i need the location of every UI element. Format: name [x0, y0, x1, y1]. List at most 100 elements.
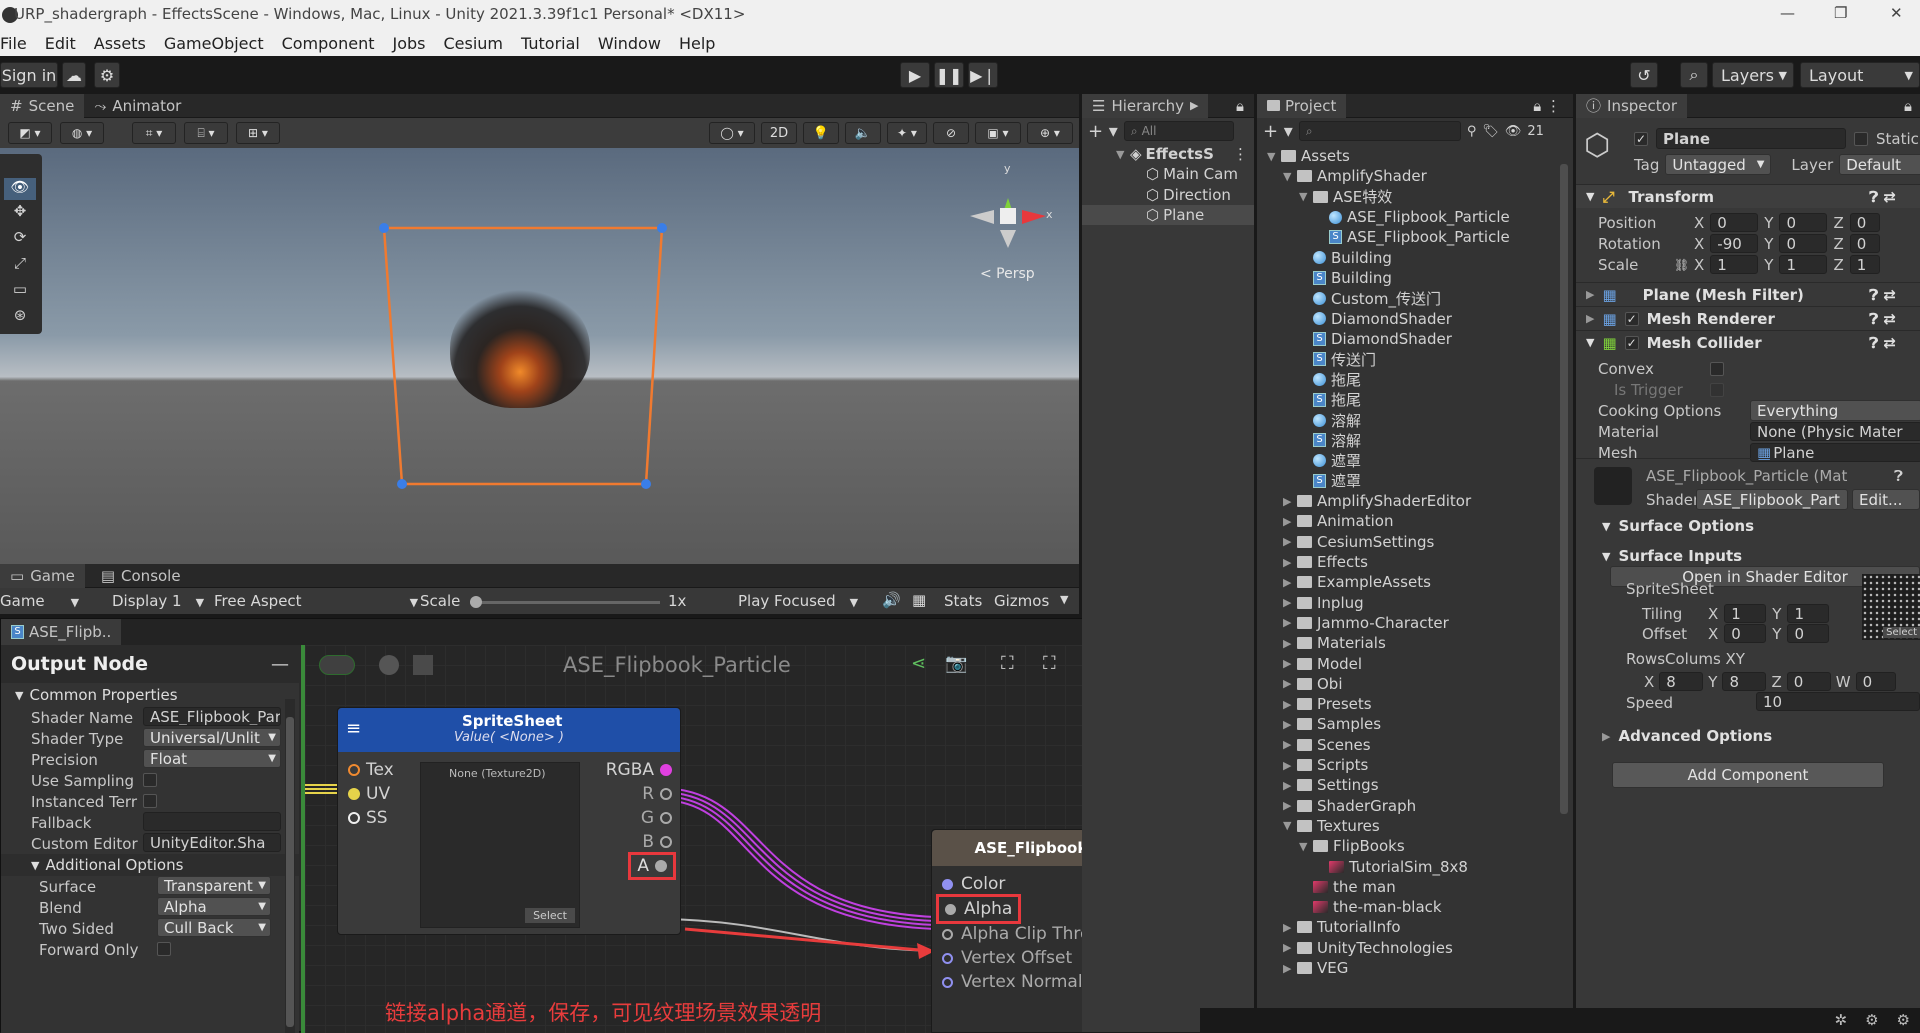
mesh-renderer-header[interactable]: ▶ ▦ ✓ Mesh Renderer ❓︎ ⇄: [1576, 306, 1920, 330]
shader-edit-button[interactable]: Edit...: [1852, 489, 1920, 510]
project-item[interactable]: 遮罩: [1257, 450, 1573, 470]
hierarchy-scene-row[interactable]: ▼ ◈ EffectsS ⋮: [1116, 144, 1254, 164]
tex-port-icon[interactable]: [348, 764, 360, 776]
expand-arrow-icon[interactable]: ▶: [1283, 637, 1297, 650]
texture-select-button[interactable]: Select: [525, 908, 575, 923]
output-r[interactable]: R: [642, 784, 672, 804]
expand-arrow-icon[interactable]: ▶: [1283, 576, 1297, 589]
b-port-icon[interactable]: [660, 836, 672, 848]
mute-audio-icon[interactable]: 🔊: [882, 591, 901, 609]
property-value-control[interactable]: [143, 794, 157, 808]
gameobject-name-field[interactable]: Plane: [1656, 128, 1846, 149]
project-item[interactable]: ▶ CesiumSettings: [1257, 532, 1573, 552]
project-item[interactable]: ▶ TutorialInfo: [1257, 917, 1573, 937]
aspect-dropdown[interactable]: Free Aspect ▼: [214, 592, 418, 610]
properties-scrollbar[interactable]: [285, 699, 295, 1033]
expand-arrow-open-icon[interactable]: ▼: [1267, 150, 1281, 163]
menu-tutorial[interactable]: Tutorial: [521, 34, 580, 53]
project-item[interactable]: TutorialSim_8x8: [1257, 856, 1573, 876]
g-port-icon[interactable]: [660, 812, 672, 824]
project-item[interactable]: ▶ Jammo-Character: [1257, 613, 1573, 633]
project-item[interactable]: ▶ Scenes: [1257, 735, 1573, 755]
expand-arrow-icon[interactable]: ▶: [1283, 759, 1297, 772]
project-item[interactable]: DiamondShader: [1257, 308, 1573, 328]
input-vertex-normal[interactable]: Vertex Normal: [942, 972, 1083, 992]
audio-icon[interactable]: 🔈: [845, 122, 881, 144]
property-value-control[interactable]: [143, 773, 157, 787]
progress-icon[interactable]: ⚙: [1865, 1011, 1878, 1029]
project-search-input[interactable]: ⌕: [1298, 121, 1461, 141]
constrain-proportions-icon[interactable]: ⛓: [1674, 258, 1689, 272]
transform-header[interactable]: ▼ ⤢ Transform ❓︎ ⇄: [1576, 184, 1920, 208]
project-item[interactable]: ▶ Scripts: [1257, 755, 1573, 775]
gizmos-button[interactable]: Gizmos: [994, 592, 1049, 610]
step-button[interactable]: ▶❘: [968, 62, 998, 88]
expand-arrow-icon[interactable]: ▶: [1283, 779, 1297, 792]
global-icon[interactable]: ◍ ▾: [60, 122, 104, 144]
project-item[interactable]: ▶ AmplifyShaderEditor: [1257, 491, 1573, 511]
color-port-icon[interactable]: [942, 878, 953, 890]
camera-icon[interactable]: ▣ ▾: [975, 122, 1021, 144]
project-item[interactable]: ▶ Obi: [1257, 674, 1573, 694]
advanced-options-header[interactable]: ▶ Advanced Options: [1576, 724, 1920, 748]
mesh-filter-header[interactable]: ▶ ▦ Plane (Mesh Filter) ❓︎ ⇄: [1576, 282, 1920, 306]
menu-component[interactable]: Component: [282, 34, 375, 53]
output-g[interactable]: G: [641, 808, 672, 828]
rows-w-field[interactable]: 0: [1855, 672, 1896, 691]
play-focused-dropdown[interactable]: Play Focused ▼: [738, 592, 858, 610]
project-item[interactable]: ▼ Assets: [1257, 146, 1573, 166]
property-value-control[interactable]: [157, 942, 171, 956]
input-vertex-offset[interactable]: Vertex Offset: [942, 948, 1072, 968]
expand-arrow-open-icon[interactable]: ▼: [1299, 840, 1313, 853]
tab-console[interactable]: ▤ Console: [91, 564, 191, 588]
rgba-port-icon[interactable]: [660, 764, 672, 776]
transform-z-field[interactable]: 0: [1849, 213, 1880, 232]
input-color[interactable]: Color: [942, 874, 1005, 894]
project-item[interactable]: the man: [1257, 877, 1573, 897]
rows-y-field[interactable]: 8: [1722, 672, 1767, 691]
add-component-button[interactable]: Add Component: [1612, 762, 1884, 788]
increment-snap-icon[interactable]: ⊞ ▾: [236, 122, 280, 144]
menu-assets[interactable]: Assets: [94, 34, 146, 53]
project-item[interactable]: ▶ Inplug: [1257, 593, 1573, 613]
pause-button[interactable]: ❚❚: [934, 62, 964, 88]
additional-options-header[interactable]: ▼ Additional Options: [1, 854, 299, 876]
scale-slider[interactable]: [470, 596, 660, 608]
graph-canvas[interactable]: ASE_Flipbook_Particle ⋖ 📷 ⛶ ⛶ 🧹 i ≡: [301, 645, 1203, 1033]
menu-jobs[interactable]: Jobs: [392, 34, 425, 53]
rows-x-field[interactable]: 8: [1659, 672, 1704, 691]
transform-x-field[interactable]: 0: [1710, 213, 1759, 232]
expand-arrow-icon[interactable]: ▶: [1283, 799, 1297, 812]
alpha-port-icon[interactable]: [945, 903, 956, 915]
project-item[interactable]: ▶ Model: [1257, 653, 1573, 673]
tab-ase-flipbook[interactable]: S ASE_Flipb..: [1, 619, 122, 645]
project-item[interactable]: the-man-black: [1257, 897, 1573, 917]
project-item[interactable]: Custom_传送门: [1257, 288, 1573, 308]
project-item[interactable]: S 溶解: [1257, 430, 1573, 450]
display-dropdown[interactable]: Display 1 ▼: [112, 592, 204, 610]
menu-gameobject[interactable]: GameObject: [164, 34, 264, 53]
input-uv[interactable]: UV: [348, 784, 390, 804]
project-item[interactable]: ▶ Settings: [1257, 775, 1573, 795]
project-item[interactable]: ▶ ShaderGraph: [1257, 796, 1573, 816]
is-trigger-checkbox[interactable]: [1710, 382, 1724, 397]
expand-arrow-icon[interactable]: ▶: [1283, 616, 1297, 629]
menu-cesium[interactable]: Cesium: [443, 34, 503, 53]
project-item[interactable]: ▶ ExampleAssets: [1257, 572, 1573, 592]
project-item[interactable]: ▶ Materials: [1257, 633, 1573, 653]
spritesheet-select-button[interactable]: Select: [1883, 627, 1920, 638]
tab-animator[interactable]: ⤳ Animator: [84, 94, 191, 118]
hidden-packages-icon[interactable]: 👁: [1505, 124, 1522, 139]
offset-y-field[interactable]: 0: [1787, 624, 1830, 643]
expand-arrow-open-icon[interactable]: ▼: [1299, 190, 1313, 203]
menu-help[interactable]: Help: [679, 34, 715, 53]
input-alpha[interactable]: Alpha: [936, 894, 1022, 924]
uv-port-icon[interactable]: [348, 788, 360, 800]
project-item[interactable]: ▶ Samples: [1257, 714, 1573, 734]
alpha-clip-port-icon[interactable]: [942, 928, 953, 940]
stats-button[interactable]: Stats: [944, 592, 982, 610]
texture-preview[interactable]: None (Texture2D) Select: [420, 762, 580, 928]
project-item[interactable]: S DiamondShader: [1257, 329, 1573, 349]
persp-label[interactable]: < Persp: [980, 266, 1035, 282]
convex-checkbox[interactable]: [1710, 361, 1724, 376]
